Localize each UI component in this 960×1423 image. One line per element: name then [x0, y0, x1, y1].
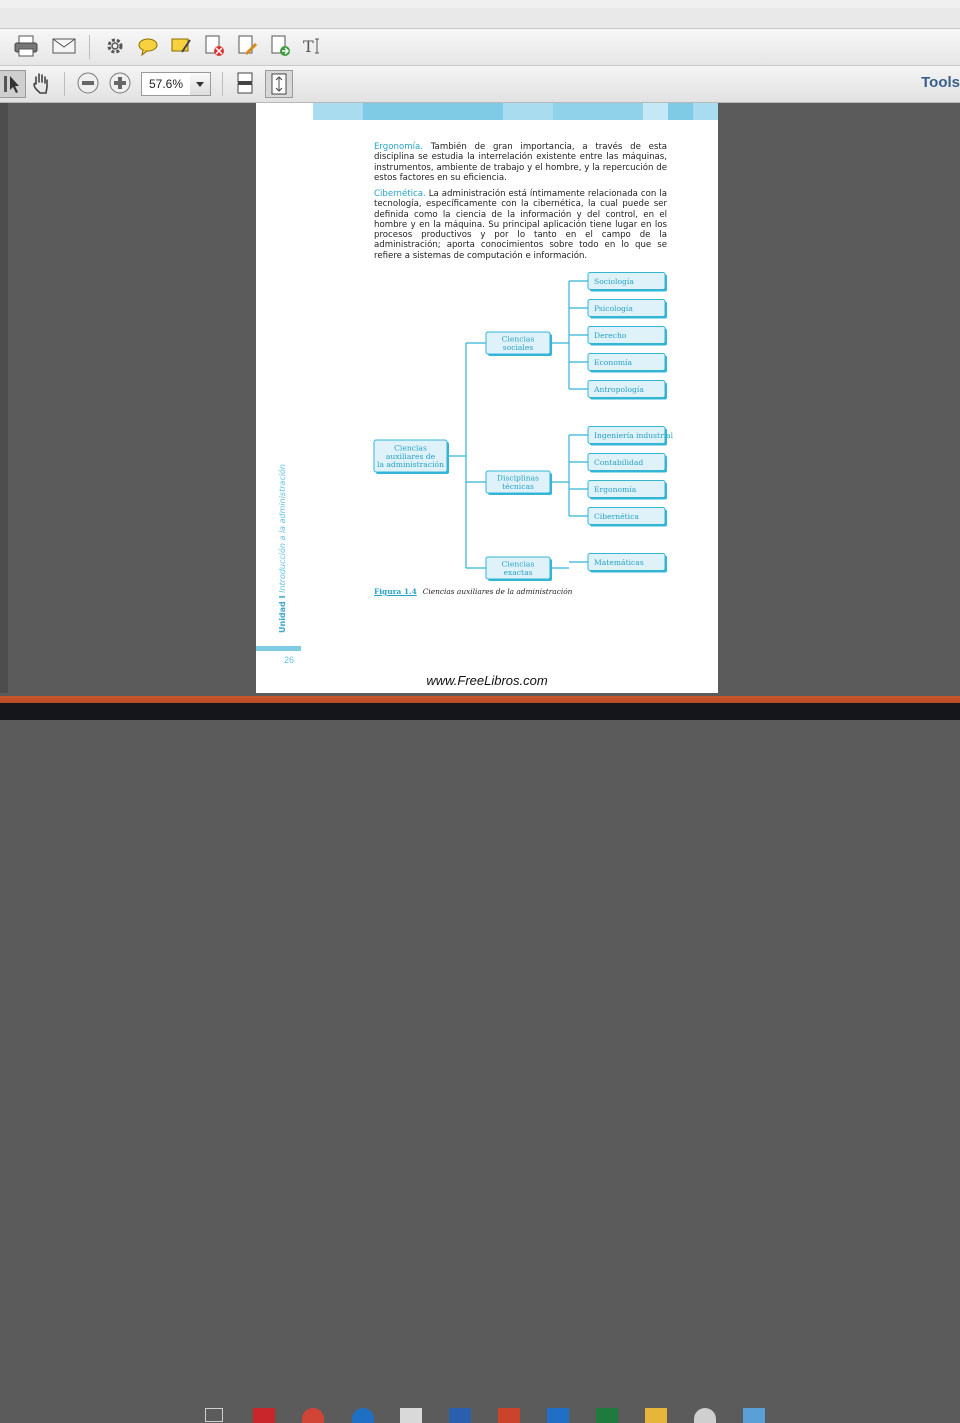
diagram-leaf-box-text: Derecho	[594, 331, 627, 340]
diagram-leaf-box: Contabilidad	[587, 453, 667, 473]
diagram-leaf-box-text: Antropología	[593, 385, 644, 394]
gear-icon[interactable]	[102, 33, 128, 59]
toolbar-separator	[89, 35, 90, 59]
zoom-in-icon[interactable]	[107, 70, 133, 96]
diagram-leaf-box-text: Ergonomía	[594, 485, 637, 494]
diagram-leaf-box: Cibernética	[587, 507, 667, 527]
sign-doc-icon[interactable]	[234, 33, 260, 59]
browser-icon[interactable]	[352, 1408, 374, 1423]
diagram-leaf-box: Antropología	[587, 380, 667, 400]
folder-icon[interactable]	[645, 1408, 667, 1423]
diagram-leaf-box-text: Sociología	[594, 277, 634, 286]
diagram-leaf-box: Psicología	[587, 299, 667, 319]
hand-tool-icon[interactable]	[28, 70, 54, 96]
diagram-leaf-box-text: Psicología	[594, 304, 633, 313]
taskbar	[0, 703, 960, 1423]
page-number: 26	[284, 655, 295, 665]
comment-icon[interactable]	[135, 33, 161, 59]
diagram-group-box-text: exactas	[503, 568, 532, 577]
diagram-leaf-box: Matemáticas	[587, 553, 667, 573]
delete-doc-icon[interactable]	[201, 33, 227, 59]
powerpoint-icon[interactable]	[498, 1408, 520, 1423]
text-tool-icon[interactable]: T	[300, 33, 326, 59]
diagram-group-box-text: técnicas	[502, 482, 534, 491]
word-icon[interactable]	[449, 1408, 471, 1423]
zoom-dropdown-button[interactable]	[190, 72, 211, 96]
diagram-leaf-box: Derecho	[587, 326, 667, 346]
tools-button[interactable]: Tools	[921, 74, 960, 91]
scroll-mode-icon[interactable]	[232, 70, 258, 96]
diagram-leaf-box-text: Ingeniería industrial	[594, 431, 674, 440]
zoom-out-icon[interactable]	[75, 70, 101, 96]
svg-text:T: T	[303, 37, 314, 56]
diagram-group-box: Cienciasexactas	[485, 556, 552, 581]
window-top-strip	[0, 0, 960, 8]
pdf-reader-icon[interactable]	[400, 1408, 422, 1423]
diagram-leaf-box: Ingeniería industrial	[587, 426, 674, 446]
select-tool-icon[interactable]	[0, 70, 26, 98]
email-icon[interactable]	[51, 33, 77, 59]
diagram-ciencias-auxiliares: Cienciassociales Sociología Psicología Dere…	[373, 272, 674, 581]
settings-icon[interactable]	[694, 1408, 716, 1423]
menu-bar	[0, 8, 960, 29]
figure-caption: Figura 1.4 Ciencias auxiliares de la admi…	[374, 587, 573, 596]
diagram-leaf-box: Ergonomía	[587, 480, 667, 500]
chrome-icon[interactable]	[302, 1408, 324, 1423]
outlook-icon[interactable]	[547, 1408, 569, 1423]
export-doc-icon[interactable]	[267, 33, 293, 59]
print-icon[interactable]	[13, 33, 39, 59]
diagram-leaf-box-text: Economía	[594, 358, 632, 367]
taskview-icon[interactable]	[205, 1408, 223, 1422]
diagram-leaf-box-text: Matemáticas	[594, 558, 644, 567]
diagram-root-box-text: la administración	[377, 460, 444, 469]
diagram-group-box: Cienciassociales	[485, 331, 552, 356]
diagram-leaf-box: Sociología	[587, 272, 667, 292]
app-icon[interactable]	[743, 1408, 765, 1423]
diagram-leaf-box-text: Cibernética	[594, 512, 639, 521]
left-panel-edge	[0, 103, 8, 693]
diagram-leaf-box: Economía	[587, 353, 667, 373]
main-toolbar: T	[0, 29, 960, 66]
excel-icon[interactable]	[596, 1408, 618, 1423]
highlight-icon[interactable]	[168, 33, 194, 59]
diagram-leaf-box-text: Contabilidad	[594, 458, 643, 467]
window-bottom-border	[0, 693, 960, 703]
diagram-root-box: Cienciasauxiliares dela administración	[373, 439, 449, 474]
toolbar-separator	[64, 72, 65, 96]
page-number-bar	[256, 646, 301, 651]
toolbar-separator	[222, 72, 223, 96]
side-running-title: Unidad I Introducción a la administració…	[278, 463, 287, 633]
gmail-icon[interactable]	[253, 1408, 275, 1423]
footer-url: www.FreeLibros.com	[426, 673, 548, 688]
diagram-group-box: Disciplinastécnicas	[485, 470, 552, 495]
zoom-input[interactable]: 57.6%	[141, 72, 191, 96]
pdf-page: Ergonomía. También de gran importancia, …	[256, 103, 718, 693]
fit-page-icon[interactable]	[265, 70, 293, 98]
diagram-group-box-text: sociales	[503, 343, 534, 352]
